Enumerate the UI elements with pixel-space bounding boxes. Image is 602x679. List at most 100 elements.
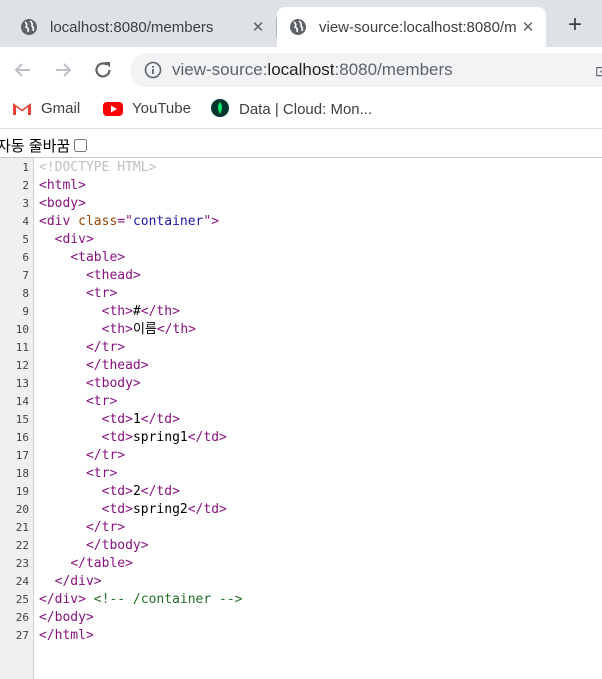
code-token: <td> xyxy=(101,412,133,427)
code-token: <table> xyxy=(70,250,126,265)
code-token: <div> xyxy=(54,232,94,247)
youtube-icon xyxy=(103,101,123,116)
line-code: </body> xyxy=(39,609,94,627)
code-token: class xyxy=(78,214,118,229)
line-wrap-label: 자동 줄바꿈 xyxy=(0,137,71,155)
code-token: <body> xyxy=(39,196,86,211)
code-token: </table> xyxy=(70,556,133,571)
code-token: <th> xyxy=(101,322,133,337)
line-number: 21 xyxy=(15,521,29,534)
code-token: </td> xyxy=(187,502,227,517)
line-number: 17 xyxy=(15,449,29,462)
close-tab-icon[interactable]: ✕ xyxy=(516,18,540,36)
tab-title: view-source:localhost:8080/members xyxy=(319,18,516,36)
line-number: 20 xyxy=(15,503,29,516)
url-text[interactable]: view-source:localhost:8080/members xyxy=(172,60,453,80)
line-number: 11 xyxy=(15,341,29,354)
reload-icon[interactable] xyxy=(90,57,116,83)
code-token: <tr> xyxy=(85,466,118,481)
line-number: 4 xyxy=(22,215,29,228)
bookmark-mongodb[interactable]: Data | Cloud: Mon... xyxy=(210,99,372,118)
line-code: <thead> xyxy=(39,267,141,285)
mongodb-leaf-icon xyxy=(211,99,229,117)
source-view: 1 <!DOCTYPE HTML> 2 <html> 3 <body> 4 <div clas… xyxy=(0,158,602,679)
line-code: </tr> xyxy=(39,339,125,357)
line-code: <td>spring2</td> xyxy=(39,501,227,519)
line-number: 27 xyxy=(15,629,29,642)
line-number: 16 xyxy=(15,431,29,444)
line-code: </tr> xyxy=(39,519,125,537)
globe-icon xyxy=(21,19,37,35)
line-number: 26 xyxy=(15,611,29,624)
code-token: =" xyxy=(117,214,133,229)
line-code: <tr> xyxy=(39,393,117,411)
code-token: </tr> xyxy=(85,520,126,535)
code-token: <div xyxy=(39,214,79,229)
line-number: 10 xyxy=(15,323,29,336)
line-code: <div class="container"> xyxy=(39,213,219,231)
line-number: 15 xyxy=(15,413,29,426)
info-icon[interactable] xyxy=(144,61,162,79)
code-token: <thead> xyxy=(85,268,141,283)
code-token: </th> xyxy=(156,322,196,337)
bookmark-youtube[interactable]: YouTube xyxy=(103,100,191,117)
install-app-icon[interactable]: ⊡ xyxy=(595,63,602,80)
code-token: # xyxy=(132,304,141,319)
line-number: 14 xyxy=(15,395,29,408)
code-token: </html> xyxy=(39,628,94,643)
address-bar[interactable]: view-source:localhost:8080/members xyxy=(130,53,602,87)
line-code: <tr> xyxy=(39,465,117,483)
bookmark-gmail[interactable]: Gmail xyxy=(12,100,80,117)
line-number: 19 xyxy=(15,485,29,498)
line-number: 9 xyxy=(22,305,29,318)
line-number: 18 xyxy=(15,467,29,480)
code-token: <html> xyxy=(39,178,86,193)
tab-view-source[interactable]: view-source:localhost:8080/members ✕ xyxy=(277,7,546,47)
line-code: </tbody> xyxy=(39,537,149,555)
line-number: 25 xyxy=(15,593,29,606)
code-token: "> xyxy=(203,214,220,229)
tab-members[interactable]: localhost:8080/members ✕ xyxy=(8,7,276,47)
code-token: container xyxy=(132,214,204,229)
line-code: <table> xyxy=(39,249,125,267)
forward-arrow-icon[interactable] xyxy=(50,57,76,83)
line-code: </tr> xyxy=(39,447,125,465)
new-tab-button[interactable]: + xyxy=(560,10,590,40)
tab-title: localhost:8080/members xyxy=(50,18,214,36)
code-token: <th> xyxy=(101,304,133,319)
code-token: spring1 xyxy=(132,430,188,445)
line-number: 23 xyxy=(15,557,29,570)
line-number: 6 xyxy=(22,251,29,264)
url-path: :8080/members xyxy=(334,60,453,79)
code-token: <tr> xyxy=(85,394,118,409)
url-host: localhost xyxy=(267,60,335,79)
back-arrow-icon[interactable] xyxy=(10,57,36,83)
line-code: </div> <!-- /container --> xyxy=(39,591,243,609)
code-token: <td> xyxy=(101,502,133,517)
line-code: <body> xyxy=(39,195,86,213)
code-token: <td> xyxy=(101,484,133,499)
code-token: <!-- /container --> xyxy=(93,592,243,607)
line-wrap-bar: 자동 줄바꿈 xyxy=(0,133,602,157)
line-code: </html> xyxy=(39,627,94,645)
code-token: 이름 xyxy=(132,322,157,337)
close-tab-icon[interactable]: ✕ xyxy=(246,18,270,36)
line-code: </thead> xyxy=(39,357,149,375)
line-code: <div> xyxy=(39,231,94,249)
line-code: <tbody> xyxy=(39,375,141,393)
line-number: 8 xyxy=(22,287,29,300)
globe-icon xyxy=(290,19,306,35)
line-wrap-checkbox[interactable] xyxy=(74,138,88,152)
